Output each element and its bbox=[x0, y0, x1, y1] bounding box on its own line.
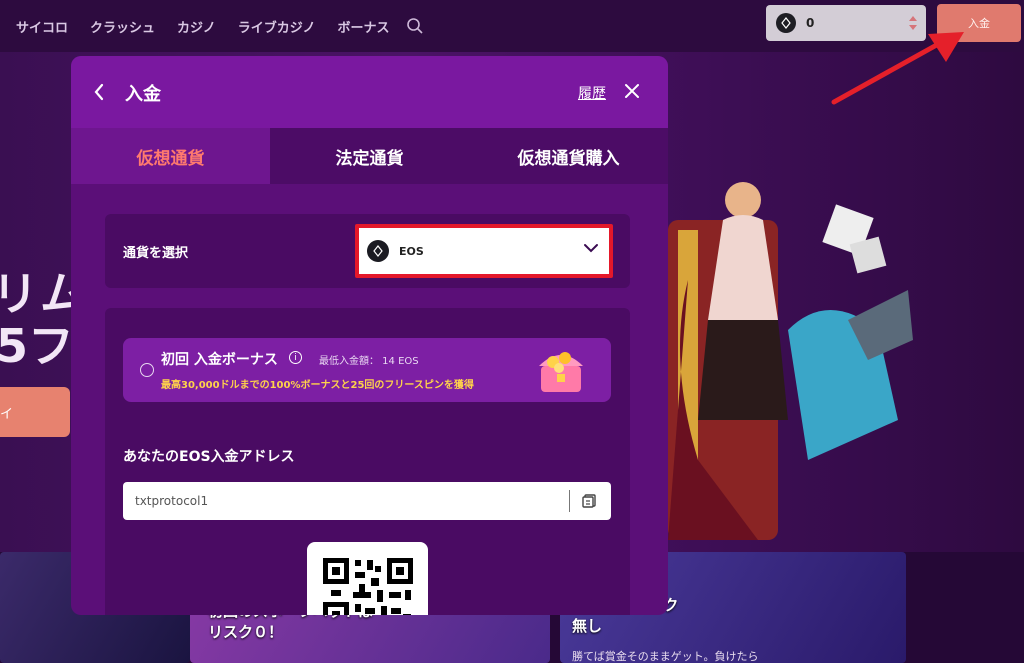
hero-subheadline: 5フ bbox=[0, 319, 75, 373]
hero-characters-illustration bbox=[668, 182, 913, 540]
deposit-tabs: 仮想通貨 法定通貨 仮想通貨購入 bbox=[71, 128, 668, 184]
search-icon[interactable] bbox=[406, 17, 424, 35]
modal-header: 入金 履歴 bbox=[71, 56, 668, 128]
currency-dropdown-value: EOS bbox=[399, 244, 424, 258]
close-icon[interactable] bbox=[624, 83, 640, 99]
currency-select-section: 通貨を選択 EOS bbox=[105, 214, 630, 288]
nav-casino[interactable]: カジノ bbox=[177, 17, 216, 36]
chevron-left-icon[interactable] bbox=[93, 83, 105, 101]
deposit-address-label: あなたのEOS入金アドレス bbox=[123, 449, 295, 465]
deposit-details-panel: 初回 入金ボーナス i 最低入金額： 14 EOS 最高30,000ドルまでの1… bbox=[105, 308, 630, 615]
tab-crypto[interactable]: 仮想通貨 bbox=[71, 128, 270, 184]
modal-title: 入金 bbox=[125, 84, 161, 105]
eos-coin-icon bbox=[367, 240, 389, 262]
qr-code-container bbox=[307, 542, 428, 615]
bonus-title: 初回 入金ボーナス bbox=[161, 352, 278, 368]
bonus-radio[interactable] bbox=[140, 363, 154, 377]
treasure-chest-icon bbox=[539, 352, 583, 392]
tab-fiat[interactable]: 法定通貨 bbox=[270, 128, 469, 184]
promo-risk-free-sub: 勝てば賞金そのままゲット。負けたら bbox=[572, 650, 759, 663]
first-deposit-bonus-card[interactable]: 初回 入金ボーナス i 最低入金額： 14 EOS 最高30,000ドルまでの1… bbox=[123, 338, 611, 402]
red-arrow-annotation bbox=[831, 32, 964, 105]
deposit-address-field[interactable] bbox=[123, 482, 611, 520]
eos-coin-icon bbox=[776, 13, 796, 33]
nav-crash[interactable]: クラッシュ bbox=[90, 17, 155, 36]
nav-bonus[interactable]: ボーナス bbox=[338, 17, 390, 36]
wallet-balance: 0 bbox=[806, 16, 815, 30]
tab-buy-crypto[interactable]: 仮想通貨購入 bbox=[469, 128, 668, 184]
nav-live-casino[interactable]: ライブカジノ bbox=[238, 17, 316, 36]
qr-code bbox=[323, 558, 413, 615]
chevron-down-icon bbox=[584, 244, 598, 253]
currency-dropdown[interactable]: EOS bbox=[355, 224, 613, 278]
min-deposit-text: 最低入金額： 14 EOS bbox=[319, 356, 419, 367]
deposit-modal: 入金 履歴 仮想通貨 法定通貨 仮想通貨購入 通貨を選択 EOS 初回 入金ボー… bbox=[71, 56, 668, 615]
divider bbox=[569, 490, 570, 512]
history-link[interactable]: 履歴 bbox=[578, 83, 606, 103]
copy-icon[interactable] bbox=[581, 493, 597, 509]
info-icon[interactable]: i bbox=[289, 351, 302, 364]
currency-select-label: 通貨を選択 bbox=[123, 246, 189, 261]
hero-cta-button[interactable]: イ bbox=[0, 387, 70, 437]
bonus-description: 最高30,000ドルまでの100%ボーナスと25回のフリースピンを獲得 bbox=[161, 380, 474, 391]
nav-dice[interactable]: サイコロ bbox=[16, 17, 68, 36]
